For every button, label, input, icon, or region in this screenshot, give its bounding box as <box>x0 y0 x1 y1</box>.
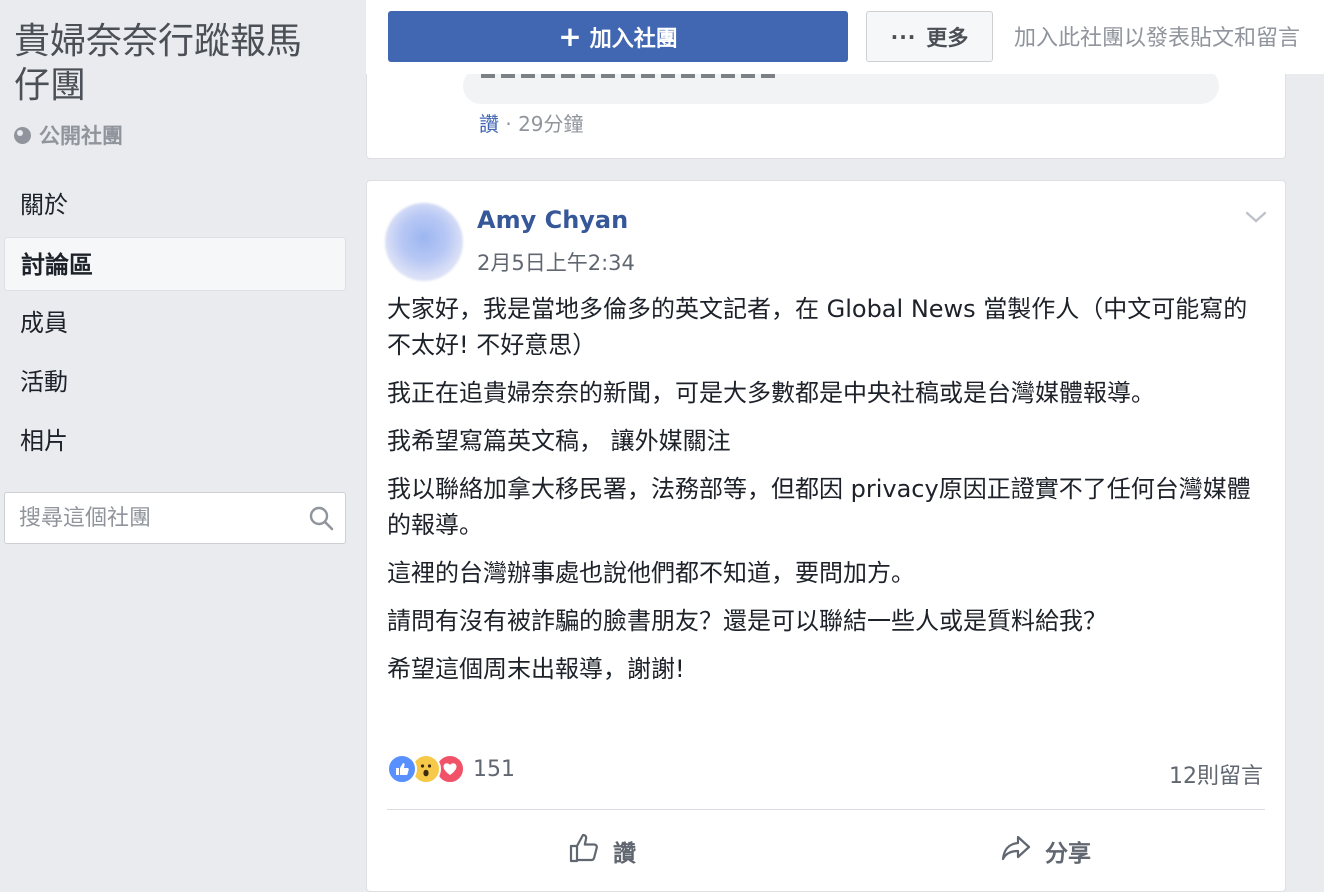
post-paragraph: 我希望寫篇英文稿， 讓外媒關注 <box>387 427 731 455</box>
comments-count-link[interactable]: 12則留言 <box>1169 758 1263 790</box>
post-timestamp[interactable]: 2月5日上午2:34 <box>477 247 635 277</box>
prev-meta-separator: · <box>499 112 519 136</box>
post-card: Amy Chyan 2月5日上午2:34 大家好，我是當地多倫多的英文記者，在 … <box>366 180 1286 892</box>
privacy-label: 公開社團 <box>39 124 123 148</box>
group-sidebar: 貴婦奈奈行蹤報馬仔團 公開社團 關於 討論區 成員 活動 相片 <box>0 0 352 892</box>
group-privacy: 公開社團 <box>14 120 123 150</box>
thumbs-up-icon <box>567 831 601 871</box>
post-paragraph: 我以聯絡加拿大移民署，法務部等，但都因 privacy原因正證實不了任何台灣媒體… <box>387 475 1251 539</box>
post-paragraph: 希望這個周末出報導，謝謝! <box>387 655 685 683</box>
share-arrow-icon <box>999 831 1033 871</box>
nav-item-discussion[interactable]: 討論區 <box>4 237 346 291</box>
previous-post: 讚 · 29分鐘 <box>366 68 1286 159</box>
nav-item-about[interactable]: 關於 <box>4 178 346 232</box>
group-search-input[interactable] <box>5 494 297 542</box>
like-button[interactable]: 讚 <box>567 831 636 871</box>
nav-item-members[interactable]: 成員 <box>4 296 346 350</box>
group-nav: 關於 討論區 成員 活動 相片 <box>4 178 346 473</box>
join-hint-text: 加入此社團以發表貼文和留言 <box>1014 26 1301 51</box>
search-icon[interactable] <box>297 494 345 542</box>
more-dots-icon: ··· <box>890 24 917 49</box>
post-body: 大家好，我是當地多倫多的英文記者，在 Global News 當製作人（中文可能… <box>387 291 1267 699</box>
prev-comment-meta: 讚 · 29分鐘 <box>479 108 584 137</box>
more-label: 更多 <box>926 25 969 50</box>
join-group-label: 加入社團 <box>589 26 678 52</box>
chevron-down-icon[interactable] <box>1243 207 1269 227</box>
join-group-button[interactable]: + 加入社團 <box>388 11 848 62</box>
group-search <box>4 492 346 544</box>
prev-comment-time[interactable]: 29分鐘 <box>518 112 583 136</box>
page-scroll-gutter <box>1306 74 1324 892</box>
group-action-bar: + 加入社團 ··· 更多 加入此社團以發表貼文和留言 <box>366 0 1324 74</box>
post-paragraph: 請問有沒有被詐騙的臉書朋友？還是可以聯結一些人或是質料給我？ <box>387 607 1107 635</box>
post-author-name[interactable]: Amy Chyan <box>477 206 628 234</box>
plus-icon: + <box>558 19 582 53</box>
post-paragraph: 我正在追貴婦奈奈的新聞，可是大多數都是中央社稿或是台灣媒體報導。 <box>387 379 1155 407</box>
prev-like-link[interactable]: 讚 <box>479 112 499 136</box>
share-button[interactable]: 分享 <box>999 831 1091 871</box>
share-label: 分享 <box>1045 841 1091 867</box>
more-button[interactable]: ··· 更多 <box>866 11 993 62</box>
like-reaction-icon <box>387 754 417 784</box>
reactions-count: 151 <box>473 756 515 782</box>
post-paragraph: 這裡的台灣辦事處也說他們都不知道，要問加方。 <box>387 559 915 587</box>
actions-divider <box>387 809 1265 810</box>
post-paragraph: 大家好，我是當地多倫多的英文記者，在 Global News 當製作人（中文可能… <box>387 295 1248 359</box>
globe-icon <box>14 126 31 144</box>
group-title[interactable]: 貴婦奈奈行蹤報馬仔團 <box>14 20 334 108</box>
avatar[interactable] <box>385 203 463 281</box>
nav-item-photos[interactable]: 相片 <box>4 414 346 468</box>
reactions-summary[interactable]: 151 <box>387 754 515 784</box>
like-label: 讚 <box>613 841 636 867</box>
nav-item-events[interactable]: 活動 <box>4 355 346 409</box>
